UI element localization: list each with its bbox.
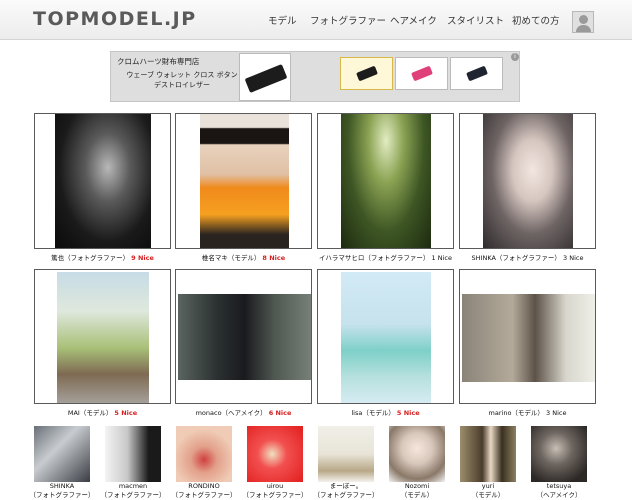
avatar-head-icon — [579, 15, 588, 24]
featured-card[interactable] — [459, 113, 596, 249]
ad-thumb-black[interactable] — [340, 57, 393, 90]
member-caption[interactable]: tetsuya （ヘアメイク） — [524, 482, 594, 500]
featured-caption[interactable]: 篤也（フォトグラファー） 9 Nice — [34, 252, 171, 262]
member-caption[interactable]: RONDINO （フォトグラファー） — [169, 482, 239, 500]
featured-caption[interactable]: 椎名マキ（モデル） 8 Nice — [175, 252, 312, 262]
photo-image — [483, 114, 573, 248]
featured-caption[interactable]: monaco（ヘアメイク） 6 Nice — [175, 407, 312, 417]
featured-card[interactable] — [459, 269, 596, 404]
member-thumb[interactable] — [247, 426, 303, 482]
avatar-body-icon — [576, 25, 591, 32]
wallet-icon — [466, 65, 488, 82]
photo-image — [57, 272, 149, 403]
photo-image — [462, 294, 595, 382]
user-avatar[interactable] — [572, 11, 594, 33]
featured-card[interactable] — [317, 269, 454, 404]
ad-thumb-pink[interactable] — [395, 57, 448, 90]
photo-image — [341, 272, 431, 403]
nav-photographer[interactable]: フォトグラファー — [310, 13, 386, 27]
member-caption[interactable]: Nozomi （モデル） — [382, 482, 452, 500]
photo-image — [55, 114, 151, 248]
photo-image — [178, 294, 311, 380]
featured-caption[interactable]: marino（モデル） 3 Nice — [459, 407, 596, 417]
member-thumb[interactable] — [105, 426, 161, 482]
wallet-icon — [411, 65, 433, 82]
featured-card[interactable] — [175, 113, 312, 249]
featured-card[interactable] — [175, 269, 312, 404]
site-header: TOPMODEL.JP モデル フォトグラファー ヘアメイク スタイリスト 初め… — [0, 0, 632, 40]
member-caption[interactable]: まーぼー。 （フォトグラファー） — [311, 482, 381, 500]
featured-caption[interactable]: イハラマサヒロ（フォトグラファー） 1 Nice — [317, 252, 454, 262]
photo-image — [200, 114, 289, 248]
featured-caption[interactable]: lisa（モデル） 5 Nice — [317, 407, 454, 417]
member-thumb[interactable] — [34, 426, 90, 482]
ad-main-product[interactable] — [239, 53, 291, 101]
member-caption[interactable]: yuri （モデル） — [453, 482, 523, 500]
member-caption[interactable]: SHINKA （フォトグラファー） — [27, 482, 97, 500]
featured-card[interactable] — [317, 113, 454, 249]
ad-banner[interactable]: クロムハーツ財布専門店 ウェーブ ウォレット クロス ボタン デストロイレザー … — [110, 51, 520, 102]
member-thumb[interactable] — [460, 426, 516, 482]
member-thumb[interactable] — [389, 426, 445, 482]
ad-title: クロムハーツ財布専門店 — [117, 57, 200, 66]
nav-stylist[interactable]: スタイリスト — [447, 13, 504, 27]
ad-thumb-navy[interactable] — [450, 57, 503, 90]
featured-card[interactable] — [34, 269, 171, 404]
ad-info-icon[interactable]: i — [511, 53, 519, 61]
featured-caption[interactable]: MAI（モデル） 5 Nice — [34, 407, 171, 417]
member-caption[interactable]: uirou （フォトグラファー） — [240, 482, 310, 500]
member-thumb[interactable] — [531, 426, 587, 482]
featured-card[interactable] — [34, 113, 171, 249]
member-thumb[interactable] — [176, 426, 232, 482]
nav-hairmake[interactable]: ヘアメイク — [390, 13, 437, 27]
member-caption[interactable]: macmen （フォトグラファー） — [98, 482, 168, 500]
member-thumb[interactable] — [318, 426, 374, 482]
wallet-icon — [244, 64, 288, 93]
wallet-icon — [356, 65, 378, 82]
featured-caption[interactable]: SHINKA（フォトグラファー） 3 Nice — [459, 252, 596, 262]
ad-subtitle: ウェーブ ウォレット クロス ボタン デストロイレザー — [126, 71, 238, 89]
nav-beginners[interactable]: 初めての方 — [512, 13, 560, 27]
nav-model[interactable]: モデル — [268, 13, 297, 27]
site-logo[interactable]: TOPMODEL.JP — [33, 8, 197, 30]
photo-image — [341, 114, 431, 248]
